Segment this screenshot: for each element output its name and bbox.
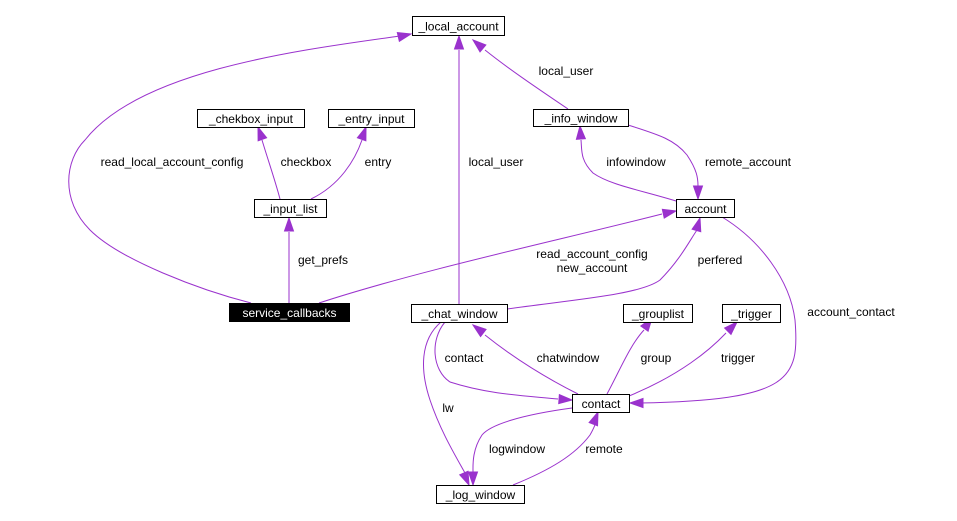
arrowhead-icon	[453, 34, 465, 50]
edge-label: entry	[365, 155, 392, 169]
edge-label: perfered	[698, 253, 743, 267]
edge-label: new_account	[557, 261, 628, 275]
edge-label: group	[641, 351, 672, 365]
arrowhead-icon	[458, 470, 470, 487]
node-entry-input[interactable]: _entry_input	[328, 109, 415, 128]
edge-label: get_prefs	[298, 253, 348, 267]
edge-label: checkbox	[281, 155, 332, 169]
node-input-list[interactable]: _input_list	[254, 199, 327, 218]
arrowhead-icon	[467, 471, 479, 487]
arrowhead-icon	[471, 39, 487, 53]
node-label: service_callbacks	[242, 306, 336, 320]
edge-line	[580, 139, 677, 202]
arrowhead-icon	[558, 393, 574, 405]
node-label: _info_window	[544, 112, 618, 126]
node-label: _chat_window	[420, 307, 497, 321]
node-local-account[interactable]: _local_account	[412, 16, 505, 36]
edge-label: remote	[585, 442, 623, 456]
arrowhead-icon	[723, 320, 739, 336]
node-chat-window[interactable]: _chat_window	[411, 304, 508, 323]
collaboration-graph: read_local_account_config local_userlocal…	[68, 16, 895, 504]
arrowhead-icon	[692, 185, 704, 201]
edge-line	[68, 35, 401, 304]
node-label: _grouplist	[631, 307, 685, 321]
edge-label: read_account_config	[536, 247, 647, 261]
edge-label: chatwindow	[537, 351, 600, 365]
arrowhead-icon	[396, 31, 413, 43]
node-label: contact	[582, 397, 621, 411]
edge-label: account_contact	[807, 305, 895, 319]
edges-layer	[68, 31, 797, 487]
edge-label: contact	[445, 351, 484, 365]
edge-label: remote_account	[705, 155, 792, 169]
edge-line	[606, 329, 645, 395]
node-trigger[interactable]: _trigger	[722, 304, 781, 323]
edge-line	[484, 49, 569, 110]
node-log-window[interactable]: _log_window	[436, 485, 525, 504]
node-label: _local_account	[417, 20, 499, 34]
arrowhead-icon	[257, 125, 268, 142]
arrowhead-icon	[661, 208, 678, 219]
edge-line	[261, 139, 281, 200]
edge-label: infowindow	[606, 155, 666, 169]
arrowhead-icon	[471, 324, 487, 338]
node-contact[interactable]: contact	[572, 394, 630, 413]
arrowhead-icon	[575, 124, 587, 140]
node-service-callbacks[interactable]: service_callbacks	[229, 303, 350, 322]
node-label: _log_window	[445, 488, 516, 502]
node-grouplist[interactable]: _grouplist	[623, 304, 693, 323]
edge-line	[310, 139, 363, 200]
edge-label: read_local_account_config	[101, 155, 244, 169]
edge-label: logwindow	[489, 442, 545, 456]
node-label: _entry_input	[337, 112, 405, 126]
nodes-layer: _local_account _chekbox_input _entry_input…	[197, 16, 781, 504]
edge-line	[472, 407, 573, 473]
node-label: _chekbox_input	[208, 112, 294, 126]
arrowhead-icon	[628, 397, 644, 409]
edge-input_list-to-chekbox_input	[257, 125, 281, 200]
node-account[interactable]: account	[676, 199, 735, 218]
node-label: account	[684, 202, 727, 216]
edge-label: local_user	[539, 64, 594, 78]
edge-line	[423, 321, 466, 474]
node-label: _trigger	[730, 307, 772, 321]
arrowhead-icon	[356, 125, 367, 142]
arrowhead-icon	[283, 216, 295, 232]
arrowhead-icon	[588, 410, 599, 427]
edge-service_callbacks-to-input_list	[283, 216, 295, 303]
node-info-window[interactable]: _info_window	[533, 109, 629, 127]
edge-label: lw	[442, 401, 454, 415]
node-chekbox-input[interactable]: _chekbox_input	[197, 109, 305, 128]
edge-label: trigger	[721, 351, 755, 365]
node-label: _input_list	[262, 202, 318, 216]
arrowhead-icon	[691, 216, 702, 233]
edge-label: local_user	[469, 155, 524, 169]
